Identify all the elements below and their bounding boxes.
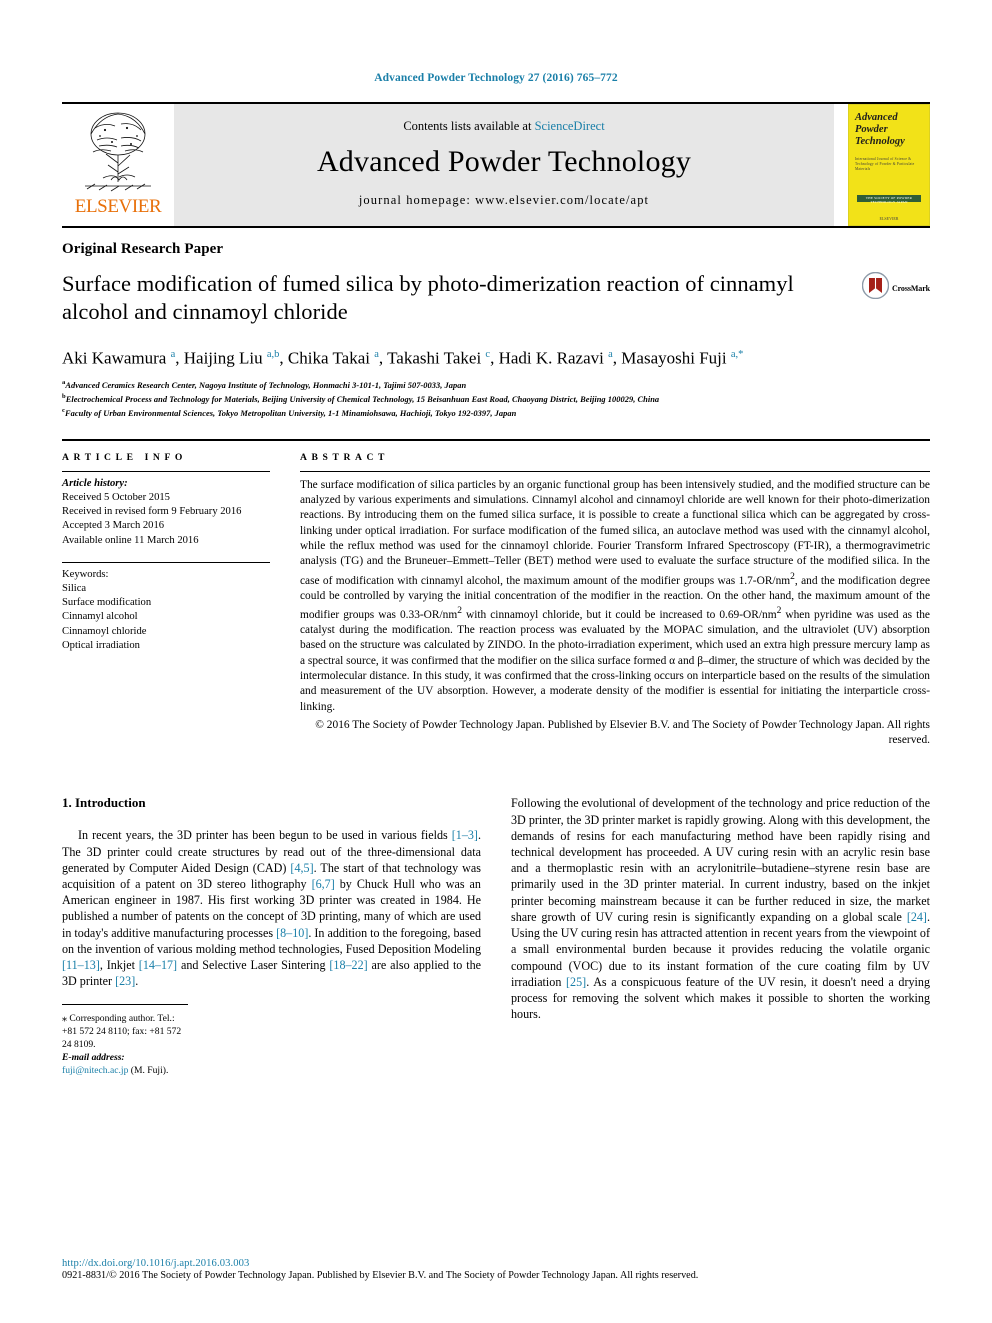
info-abstract-band: ARTICLE INFO Article history: Received 5… <box>62 438 930 749</box>
body-column-right: Following the evolutional of development… <box>511 795 930 1076</box>
footnote-star: ⁎ <box>62 1012 67 1024</box>
elsevier-wordmark: ELSEVIER <box>74 196 162 217</box>
running-head: Advanced Powder Technology 27 (2016) 765… <box>374 72 618 84</box>
elsevier-logo: ELSEVIER <box>62 104 174 226</box>
crossmark-icon <box>861 271 890 304</box>
abstract-heading: ABSTRACT <box>300 451 390 463</box>
article-info-heading: ARTICLE INFO <box>62 451 187 463</box>
affiliation-text: Electrochemical Process and Technology f… <box>65 394 660 404</box>
issn-copyright-line: 0921-8831/© 2016 The Society of Powder T… <box>62 1270 699 1281</box>
keyword-item: Silica <box>62 583 87 595</box>
doi-link[interactable]: http://dx.doi.org/10.1016/j.apt.2016.03.… <box>62 1258 930 1269</box>
contents-available-line: Contents lists available at ScienceDirec… <box>403 119 604 134</box>
footnote-email-line: E-mail address: fuji@nitech.ac.jp (M. Fu… <box>62 1051 188 1077</box>
abstract-text: The surface modification of silica parti… <box>300 478 930 713</box>
keyword-item: Cinnamoyl chloride <box>62 625 147 637</box>
history-item: Received in revised form 9 February 2016 <box>62 506 242 518</box>
sciencedirect-link[interactable]: ScienceDirect <box>535 119 605 133</box>
footnote-corresponding: ⁎ Corresponding author. Tel.: +81 572 24… <box>62 1012 188 1051</box>
keyword-item: Optical irradiation <box>62 639 140 651</box>
article-page: Advanced Powder Technology 27 (2016) 765… <box>0 0 992 1323</box>
cover-society-band: THE SOCIETY OF POWDER TECHNOLOGY JAPAN <box>857 195 921 204</box>
article-history-label: Article history: <box>62 477 128 489</box>
footnote-email-suffix: (M. Fuji). <box>130 1064 169 1076</box>
introduction-paragraph-right: Following the evolutional of development… <box>511 796 930 1022</box>
history-item: Available online 11 March 2016 <box>62 534 199 546</box>
article-history-block: Article history: Received 5 October 2015… <box>62 472 270 548</box>
cover-title-line1: Advanced <box>855 112 898 123</box>
cover-subtitle: International Journal of Science & Techn… <box>855 157 915 171</box>
contents-prefix: Contents lists available at <box>403 119 535 133</box>
page-footer: http://dx.doi.org/10.1016/j.apt.2016.03.… <box>62 1258 930 1281</box>
introduction-paragraph-left: In recent years, the 3D printer has been… <box>62 828 481 989</box>
affiliation-list: aAdvanced Ceramics Research Center, Nago… <box>62 377 930 420</box>
cover-society-text: THE SOCIETY OF POWDER TECHNOLOGY JAPAN <box>865 196 913 204</box>
title-row: Surface modification of fumed silica by … <box>62 270 930 326</box>
abstract-column: ABSTRACT The surface modification of sil… <box>300 452 930 749</box>
affiliation-text: Faculty of Urban Environmental Sciences,… <box>64 409 517 419</box>
crossmark-label: CrossMark <box>891 283 930 293</box>
footnote-corresponding-text: Corresponding author. Tel.: +81 572 24 8… <box>62 1012 182 1050</box>
affiliation-item: cFaculty of Urban Environmental Sciences… <box>62 405 930 419</box>
cover-publisher-text: ELSEVIER <box>879 216 899 221</box>
keywords-block: Keywords: Silica Surface modification Ci… <box>62 561 270 653</box>
cover-title-line2: Powder <box>855 124 888 135</box>
affiliation-text: Advanced Ceramics Research Center, Nagoy… <box>65 380 467 390</box>
affiliation-item: aAdvanced Ceramics Research Center, Nago… <box>62 377 930 391</box>
journal-title: Advanced Powder Technology <box>316 145 692 178</box>
body-column-left: 1. Introduction In recent years, the 3D … <box>62 795 481 1076</box>
keywords-label: Keywords: <box>62 568 109 580</box>
cover-title-line3: Technology <box>855 136 905 147</box>
crossmark-badge[interactable]: CrossMark <box>861 271 930 304</box>
journal-homepage[interactable]: journal homepage: www.elsevier.com/locat… <box>359 193 649 208</box>
keyword-item: Cinnamyl alcohol <box>62 611 138 623</box>
masthead-center: Contents lists available at ScienceDirec… <box>174 104 834 226</box>
history-item: Received 5 October 2015 <box>62 492 170 504</box>
elsevier-tree-icon <box>81 108 155 196</box>
cover-title: Advanced Powder Technology <box>855 112 926 148</box>
footnote-email-link[interactable]: fuji@nitech.ac.jp <box>62 1065 128 1076</box>
journal-cover-thumbnail: Advanced Powder Technology International… <box>848 104 930 226</box>
article-info-column: ARTICLE INFO Article history: Received 5… <box>62 452 300 749</box>
footnote-block: ⁎ Corresponding author. Tel.: +81 572 24… <box>62 1003 188 1077</box>
history-item: Accepted 3 March 2016 <box>62 520 165 532</box>
keyword-item: Surface modification <box>62 597 152 609</box>
page-title: Surface modification of fumed silica by … <box>62 271 794 324</box>
section-heading-introduction: 1. Introduction <box>62 795 146 811</box>
affiliation-item: bElectrochemical Process and Technology … <box>62 391 930 405</box>
journal-masthead: ELSEVIER Contents lists available at Sci… <box>62 102 930 226</box>
abstract-copyright: © 2016 The Society of Powder Technology … <box>315 718 930 747</box>
body-columns: 1. Introduction In recent years, the 3D … <box>62 795 930 1076</box>
article-type-label: Original Research Paper <box>62 241 224 257</box>
footnote-email-label: E-mail address: <box>62 1051 125 1063</box>
author-list: Aki Kawamura a, Haijing Liu a,b, Chika T… <box>62 348 744 368</box>
